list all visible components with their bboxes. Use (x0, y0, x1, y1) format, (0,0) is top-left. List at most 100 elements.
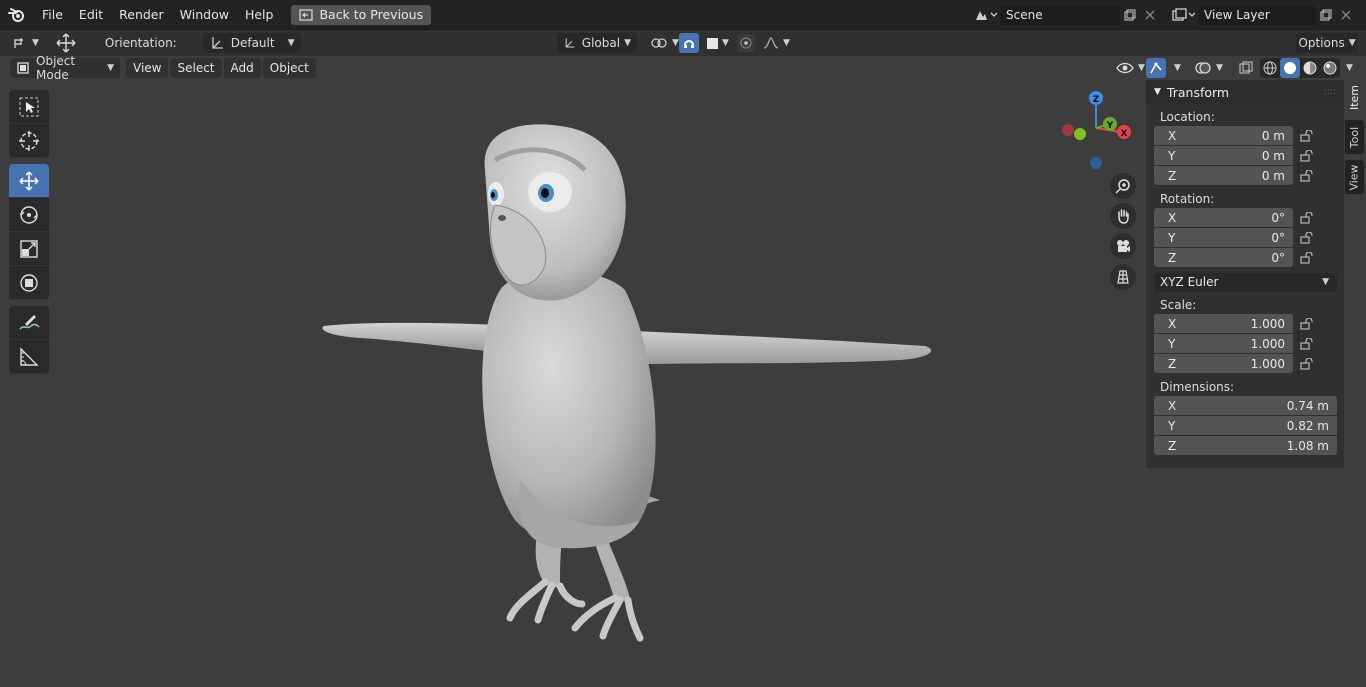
navigation-gizmo[interactable]: Z Y X (1058, 88, 1138, 174)
axis-value: 0° (1271, 250, 1285, 265)
orientation-value: Default (230, 36, 275, 50)
dimensions-y-field[interactable]: Y 0.82 m (1154, 416, 1337, 435)
viewport-menu-view[interactable]: View (126, 58, 169, 78)
scene-copy-icon[interactable] (1120, 5, 1140, 25)
orientation-dropdown[interactable]: Default ▼ (202, 33, 301, 53)
cursor-icon[interactable] (9, 124, 49, 158)
axis-value: 1.08 m (1286, 438, 1329, 453)
view-layer-browse-icon[interactable] (1168, 5, 1198, 25)
axis-label: Z (1168, 356, 1177, 371)
lock-icon[interactable] (1293, 252, 1321, 264)
lock-icon[interactable] (1293, 150, 1321, 162)
options-dropdown[interactable]: Options ▼ (1296, 33, 1358, 53)
scale-x-field[interactable]: X 1.000 (1154, 314, 1293, 333)
menu-edit[interactable]: Edit (71, 4, 111, 26)
move-icon[interactable] (9, 164, 49, 198)
location-z-field[interactable]: Z 0 m (1154, 166, 1293, 185)
gizmo-chevron-down-icon[interactable]: ▼ (1174, 63, 1181, 73)
scene-browse-icon[interactable] (970, 5, 1000, 25)
proportional-editing-icon[interactable] (737, 34, 755, 52)
rotate-icon[interactable] (9, 198, 49, 232)
axis-value: 0.82 m (1286, 418, 1329, 433)
menu-render[interactable]: Render (111, 4, 172, 26)
menu-file[interactable]: File (34, 4, 71, 26)
tab-view[interactable]: View (1345, 160, 1364, 194)
rotation-x-field[interactable]: X 0° (1154, 208, 1293, 227)
scale-z-field[interactable]: Z 1.000 (1154, 354, 1293, 373)
object-mode-icon (17, 62, 29, 74)
axis-label: Y (1168, 230, 1176, 245)
select-box-icon[interactable] (9, 90, 49, 124)
scene-name-field[interactable]: Scene (1000, 5, 1120, 25)
lock-icon[interactable] (1293, 130, 1321, 142)
measure-icon[interactable] (9, 340, 49, 374)
dimensions-x-field[interactable]: X 0.74 m (1154, 396, 1337, 415)
transform-pivot-dropdown[interactable]: ▼ (6, 33, 45, 53)
axis-value: 0 m (1261, 128, 1285, 143)
xray-toggle-icon[interactable] (1236, 58, 1256, 78)
axis-label: Y (1168, 148, 1176, 163)
rotation-mode-dropdown[interactable]: XYZ Euler ▼ (1154, 272, 1337, 292)
annotate-icon[interactable] (9, 306, 49, 340)
wireframe-shading-icon[interactable] (1260, 58, 1280, 78)
viewport-menu-object[interactable]: Object (262, 58, 316, 78)
visibility-dropdown[interactable]: ▼ (1110, 58, 1151, 78)
lock-icon[interactable] (1293, 232, 1321, 244)
scale-y-field[interactable]: Y 1.000 (1154, 334, 1293, 353)
transform-orientation-dropdown[interactable]: Global ▼ (557, 33, 637, 53)
dimensions-z-field[interactable]: Z 1.08 m (1154, 436, 1337, 455)
snap-target-dropdown[interactable]: ▼ (701, 33, 735, 53)
transform-icon[interactable] (9, 266, 49, 300)
camera-icon[interactable] (1110, 233, 1136, 259)
drag-handle-icon[interactable]: :::: (1324, 87, 1336, 97)
view-layer-copy-icon[interactable] (1316, 5, 1336, 25)
mode-dropdown[interactable]: Object Mode ▼ (10, 56, 120, 82)
chevron-down-icon: ▼ (1322, 277, 1329, 287)
scene-close-icon[interactable] (1140, 5, 1160, 25)
viewport-menu-select[interactable]: Select (170, 58, 222, 78)
move-tool-icon[interactable] (49, 33, 83, 53)
menu-help[interactable]: Help (237, 4, 282, 26)
snap-toggle-icon[interactable] (679, 33, 699, 53)
chevron-down-icon: ▼ (722, 38, 729, 48)
menu-window[interactable]: Window (172, 4, 237, 26)
lock-icon[interactable] (1293, 338, 1321, 350)
axis-label: Z (1168, 168, 1177, 183)
show-gizmo-icon[interactable] (1146, 58, 1166, 78)
tab-item[interactable]: Item (1345, 80, 1364, 114)
location-x-field[interactable]: X 0 m (1154, 126, 1293, 145)
rotation-z-field[interactable]: Z 0° (1154, 248, 1293, 267)
viewport-menu-add[interactable]: Add (223, 58, 261, 78)
lock-icon[interactable] (1293, 170, 1321, 182)
rotation-row: Z 0° (1154, 248, 1344, 268)
rotation-y-field[interactable]: Y 0° (1154, 228, 1293, 247)
sidebar-tabs: Item Tool View (1345, 80, 1364, 200)
shading-chevron-down-icon[interactable]: ▼ (1346, 63, 1353, 73)
lock-icon[interactable] (1293, 212, 1321, 224)
blender-logo-icon[interactable] (0, 0, 34, 30)
hand-pan-icon[interactable] (1110, 203, 1136, 229)
scale-icon[interactable] (9, 232, 49, 266)
view-layer-name-field[interactable]: View Layer (1198, 5, 1316, 25)
rotation-mode-value: XYZ Euler (1160, 275, 1219, 289)
tab-item-label: Item (1348, 84, 1362, 110)
back-to-previous-button[interactable]: Back to Previous (291, 4, 432, 25)
chevron-down-icon: ▼ (1138, 63, 1145, 73)
view-layer-close-icon[interactable] (1336, 5, 1356, 25)
grid-ortho-icon[interactable] (1110, 264, 1136, 290)
zoom-icon[interactable] (1110, 173, 1136, 199)
tab-view-label: View (1348, 163, 1362, 191)
transform-panel-header[interactable]: ▼ Transform :::: (1146, 80, 1344, 104)
overlays-dropdown[interactable]: ▼ (1188, 58, 1229, 78)
material-shading-icon[interactable] (1300, 58, 1320, 78)
lock-icon[interactable] (1293, 318, 1321, 330)
orientation-label: Orientation: (104, 36, 177, 50)
tab-tool[interactable]: Tool (1345, 120, 1364, 154)
solid-shading-icon[interactable] (1280, 58, 1300, 78)
view-layer-selector: View Layer (1168, 5, 1356, 25)
rendered-shading-icon[interactable] (1320, 58, 1340, 78)
falloff-dropdown[interactable]: ▼ (757, 33, 796, 53)
location-y-field[interactable]: Y 0 m (1154, 146, 1293, 165)
3d-viewport[interactable]: Object Mode ▼ View Select Add Object ▼ ▼… (0, 56, 1366, 687)
lock-icon[interactable] (1293, 358, 1321, 370)
